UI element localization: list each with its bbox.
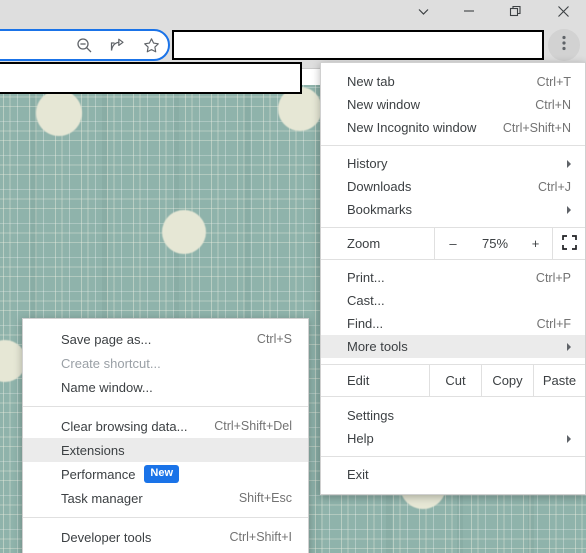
menu-item-shortcut: Ctrl+Shift+Del	[214, 419, 292, 433]
bookmark-star-button[interactable]	[139, 33, 163, 57]
menu-item-label: Print...	[347, 270, 385, 285]
menu-separator	[321, 145, 585, 146]
menu-item-label: Name window...	[61, 379, 153, 395]
menu-item-history[interactable]: History	[321, 152, 585, 175]
menu-item-shortcut: Ctrl+Shift+N	[502, 120, 571, 135]
share-button[interactable]	[105, 33, 129, 57]
submenu-item-performance[interactable]: Performance New	[23, 462, 308, 486]
menu-item-exit[interactable]: Exit	[321, 463, 585, 486]
chevron-right-icon	[567, 205, 571, 214]
menu-item-label: More tools	[347, 339, 408, 354]
menu-item-new-window[interactable]: New window Ctrl+N	[321, 93, 585, 116]
menu-item-shortcut: Ctrl+S	[256, 332, 292, 346]
menu-item-new-incognito-window[interactable]: New Incognito window Ctrl+Shift+N	[321, 116, 585, 139]
more-tools-submenu: Save page as... Ctrl+S Create shortcut..…	[22, 318, 309, 553]
menu-item-shortcut: Ctrl+N	[535, 97, 571, 112]
zoom-row: Zoom – 75% +	[321, 227, 585, 260]
chrome-main-menu: New tab Ctrl+T New window Ctrl+N New Inc…	[320, 62, 586, 495]
menu-item-label: Clear browsing data...	[61, 418, 188, 434]
menu-item-label: New tab	[347, 74, 395, 89]
submenu-item-save-page-as[interactable]: Save page as... Ctrl+S	[23, 327, 308, 351]
menu-separator	[23, 517, 308, 518]
menu-item-label: Downloads	[347, 179, 412, 194]
share-icon	[109, 37, 126, 54]
redaction-box-top	[172, 30, 544, 60]
zoom-level-value: 75%	[481, 236, 509, 251]
submenu-item-clear-browsing-data[interactable]: Clear browsing data... Ctrl+Shift+Del	[23, 414, 308, 438]
close-button[interactable]	[540, 0, 586, 22]
new-badge: New	[144, 465, 180, 483]
zoom-out-icon	[76, 37, 93, 54]
cut-button[interactable]: Cut	[430, 365, 481, 396]
menu-item-label: Find...	[347, 316, 384, 331]
submenu-item-name-window[interactable]: Name window...	[23, 375, 308, 399]
menu-item-shortcut: Shift+Esc	[238, 491, 292, 505]
three-dot-menu-button[interactable]	[548, 29, 580, 61]
menu-item-print[interactable]: Print... Ctrl+P	[321, 266, 585, 289]
menu-item-downloads[interactable]: Downloads Ctrl+J	[321, 175, 585, 198]
menu-item-label: Settings	[347, 408, 394, 423]
menu-item-find[interactable]: Find... Ctrl+F	[321, 312, 585, 335]
restore-icon	[509, 5, 522, 18]
bookmark-star-icon	[143, 37, 160, 54]
fullscreen-button[interactable]	[553, 228, 585, 259]
copy-button[interactable]: Copy	[482, 365, 533, 396]
chevron-right-icon	[567, 342, 571, 351]
minimize-icon	[463, 5, 475, 17]
chevron-right-icon	[567, 159, 571, 168]
menu-item-bookmarks[interactable]: Bookmarks	[321, 198, 585, 221]
zoom-in-button[interactable]: +	[519, 228, 552, 259]
wallpaper-dot	[162, 210, 206, 254]
menu-separator	[23, 406, 308, 407]
menu-item-label: Save page as...	[61, 331, 152, 347]
wallpaper-dot	[36, 90, 82, 136]
minimize-button[interactable]	[446, 0, 492, 22]
menu-item-label: Extensions	[61, 442, 125, 458]
fullscreen-icon	[561, 234, 577, 253]
browser-window: New tab Ctrl+T New window Ctrl+N New Inc…	[0, 0, 586, 553]
menu-item-label: New window	[347, 97, 420, 112]
menu-item-cast[interactable]: Cast...	[321, 289, 585, 312]
menu-item-shortcut: Ctrl+Shift+I	[229, 530, 292, 544]
menu-item-label: Cast...	[347, 293, 385, 308]
edit-label: Edit	[347, 373, 370, 388]
three-dot-menu-icon	[562, 35, 566, 56]
zoom-out-icon-button[interactable]	[72, 33, 96, 57]
tab-search-button[interactable]	[400, 0, 446, 22]
paste-button[interactable]: Paste	[534, 365, 585, 396]
menu-item-settings[interactable]: Settings	[321, 404, 585, 427]
menu-item-label: History	[347, 156, 388, 171]
menu-item-new-tab[interactable]: New tab Ctrl+T	[321, 70, 585, 93]
menu-spacer	[321, 397, 585, 404]
menu-item-shortcut: Ctrl+J	[538, 179, 571, 194]
menu-separator	[321, 456, 585, 457]
menu-item-label: Bookmarks	[347, 202, 413, 217]
submenu-item-create-shortcut: Create shortcut...	[23, 351, 308, 375]
menu-item-label: Developer tools	[61, 529, 152, 545]
edit-row: Edit Cut Copy Paste	[321, 364, 585, 397]
menu-item-more-tools[interactable]: More tools	[321, 335, 585, 358]
zoom-out-button[interactable]: –	[435, 228, 471, 259]
menu-item-label: Task manager	[61, 490, 143, 506]
submenu-item-task-manager[interactable]: Task manager Shift+Esc	[23, 486, 308, 510]
chevron-down-icon	[417, 5, 430, 18]
menu-item-label: Performance	[61, 466, 136, 482]
close-icon	[557, 5, 570, 18]
submenu-item-developer-tools[interactable]: Developer tools Ctrl+Shift+I	[23, 525, 308, 549]
restore-button[interactable]	[492, 0, 538, 22]
menu-item-help[interactable]: Help	[321, 427, 585, 450]
submenu-item-extensions[interactable]: Extensions	[23, 438, 308, 462]
redaction-box-below	[0, 62, 302, 94]
menu-item-label: Create shortcut...	[61, 355, 161, 371]
chevron-right-icon	[567, 434, 571, 443]
zoom-label: Zoom	[347, 236, 381, 251]
menu-item-label: Help	[347, 431, 374, 446]
menu-item-label: Exit	[347, 467, 369, 482]
menu-item-shortcut: Ctrl+P	[535, 270, 571, 285]
menu-item-shortcut: Ctrl+F	[536, 316, 571, 331]
menu-item-shortcut: Ctrl+T	[536, 74, 571, 89]
menu-item-label: New Incognito window	[347, 120, 477, 135]
